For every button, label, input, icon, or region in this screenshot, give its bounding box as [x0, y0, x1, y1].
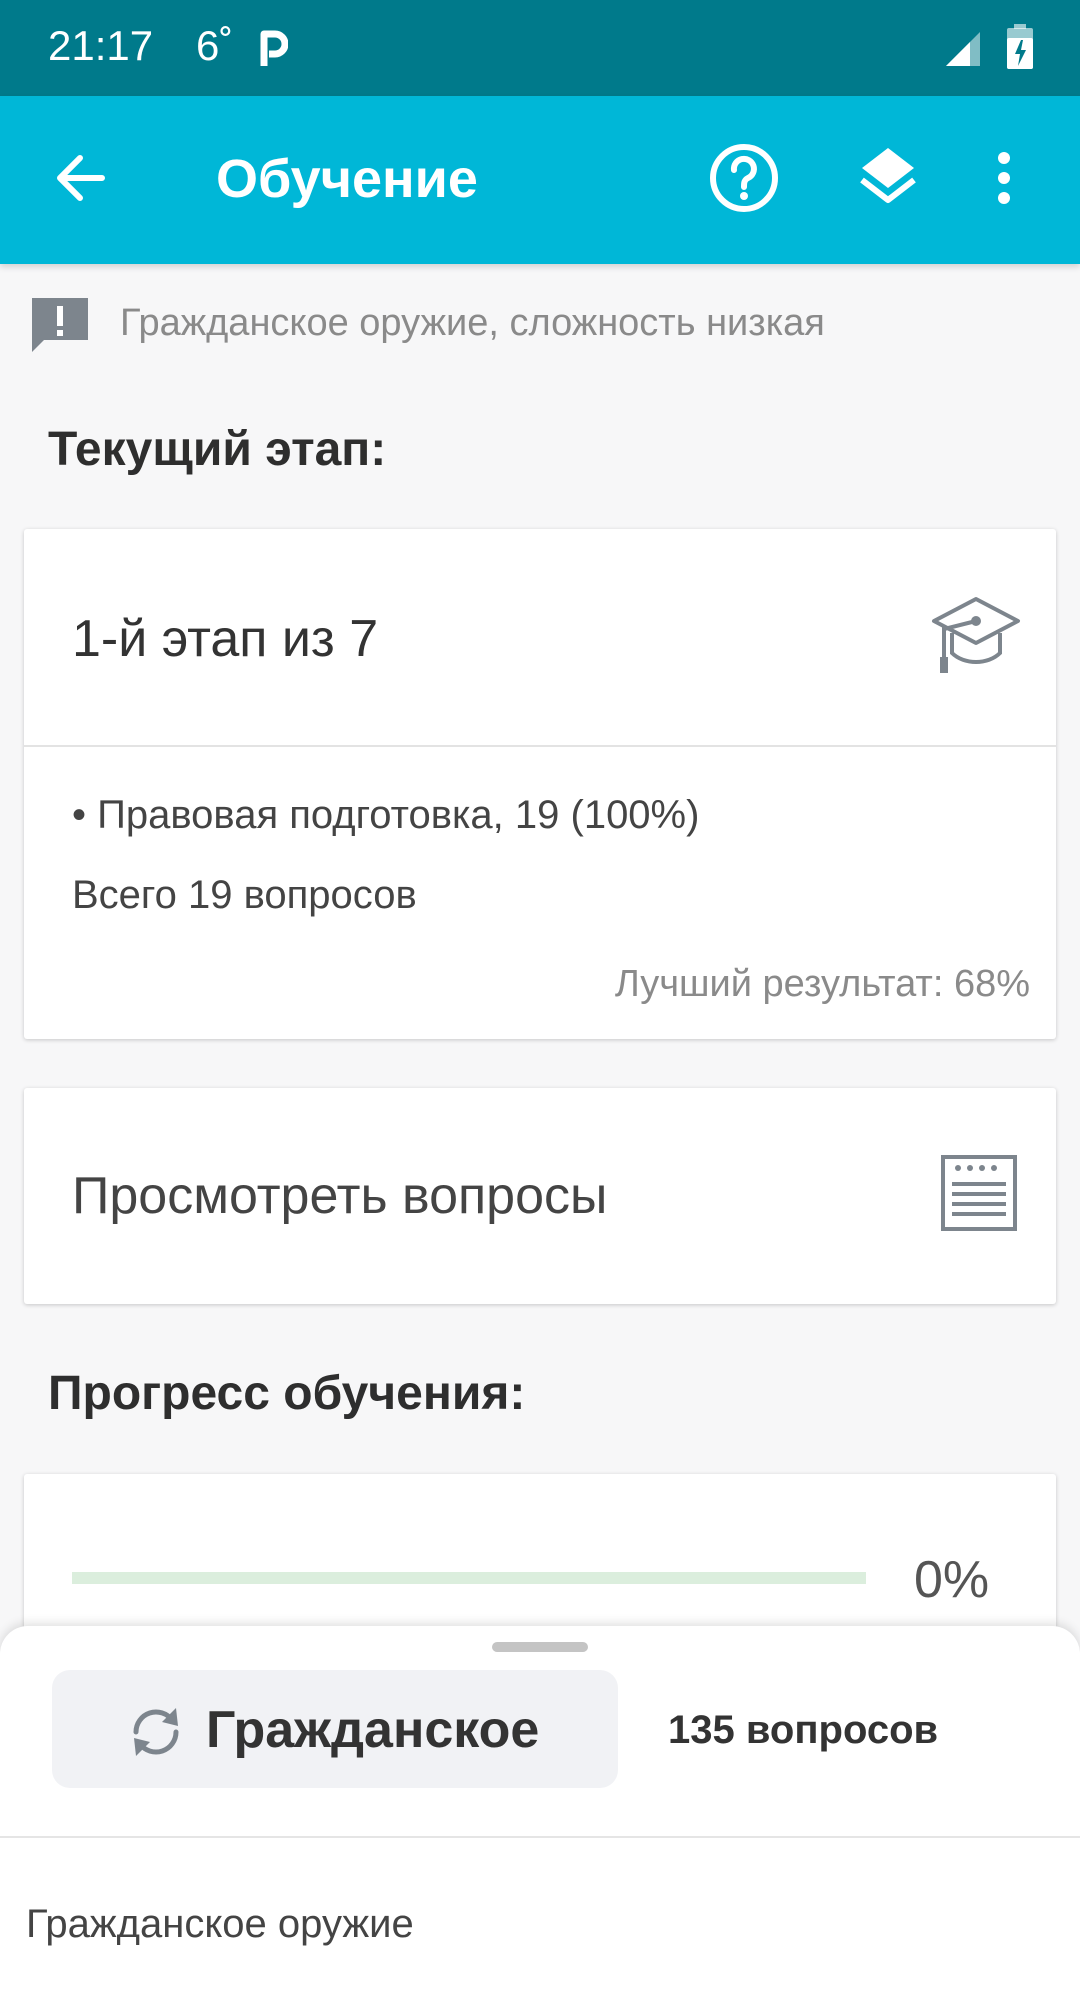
stage-card-header: 1-й этап из 7: [24, 529, 1056, 747]
stage-label: 1-й этап из 7: [72, 610, 379, 668]
back-arrow-icon[interactable]: [52, 150, 108, 211]
list-item-category[interactable]: Гражданское оружие: [26, 1902, 414, 1947]
bottom-sheet: Гражданское 135 вопросов Гражданское ору…: [0, 1626, 1080, 2016]
best-result: Лучший результат: 68%: [614, 963, 1030, 1005]
more-vert-icon[interactable]: [994, 150, 1014, 211]
category-button-label: Гражданское: [206, 1701, 540, 1759]
stage-topic: • Правовая подготовка, 19 (100%): [72, 793, 700, 837]
question-count: 135 вопросов: [668, 1708, 939, 1752]
status-bar: 21:17 6˚: [0, 0, 1080, 96]
status-temperature: 6˚: [196, 22, 234, 69]
layers-icon[interactable]: [856, 144, 920, 213]
graduation-cap-icon: [930, 595, 1022, 682]
divider: [0, 1836, 1080, 1838]
category-button[interactable]: Гражданское: [52, 1670, 618, 1788]
progress-percent: 0%: [914, 1551, 990, 1609]
status-time: 21:17: [48, 22, 154, 69]
drag-handle[interactable]: [492, 1642, 588, 1652]
p-app-icon: [258, 28, 289, 73]
app-bar: Обучение: [0, 96, 1080, 264]
info-row: Гражданское оружие, сложность низкая: [28, 294, 1068, 354]
battery-icon: [1006, 24, 1034, 75]
current-stage-card[interactable]: 1-й этап из 7 • Правовая подготовка, 19 …: [24, 529, 1056, 1039]
feedback-exclamation-icon: [28, 294, 92, 363]
info-text: Гражданское оружие, сложность низкая: [120, 302, 825, 344]
view-questions-card[interactable]: Просмотреть вопросы: [24, 1088, 1056, 1304]
view-questions-label: Просмотреть вопросы: [72, 1167, 608, 1225]
swap-refresh-icon: [126, 1702, 186, 1767]
list-document-icon: [940, 1154, 1018, 1237]
progress-bar: [72, 1572, 866, 1584]
help-icon[interactable]: [706, 140, 782, 221]
page-title: Обучение: [216, 149, 478, 209]
current-stage-heading: Текущий этап:: [48, 423, 387, 476]
signal-icon: [944, 30, 982, 73]
progress-heading: Прогресс обучения:: [48, 1367, 526, 1420]
stage-total: Всего 19 вопросов: [72, 873, 417, 917]
